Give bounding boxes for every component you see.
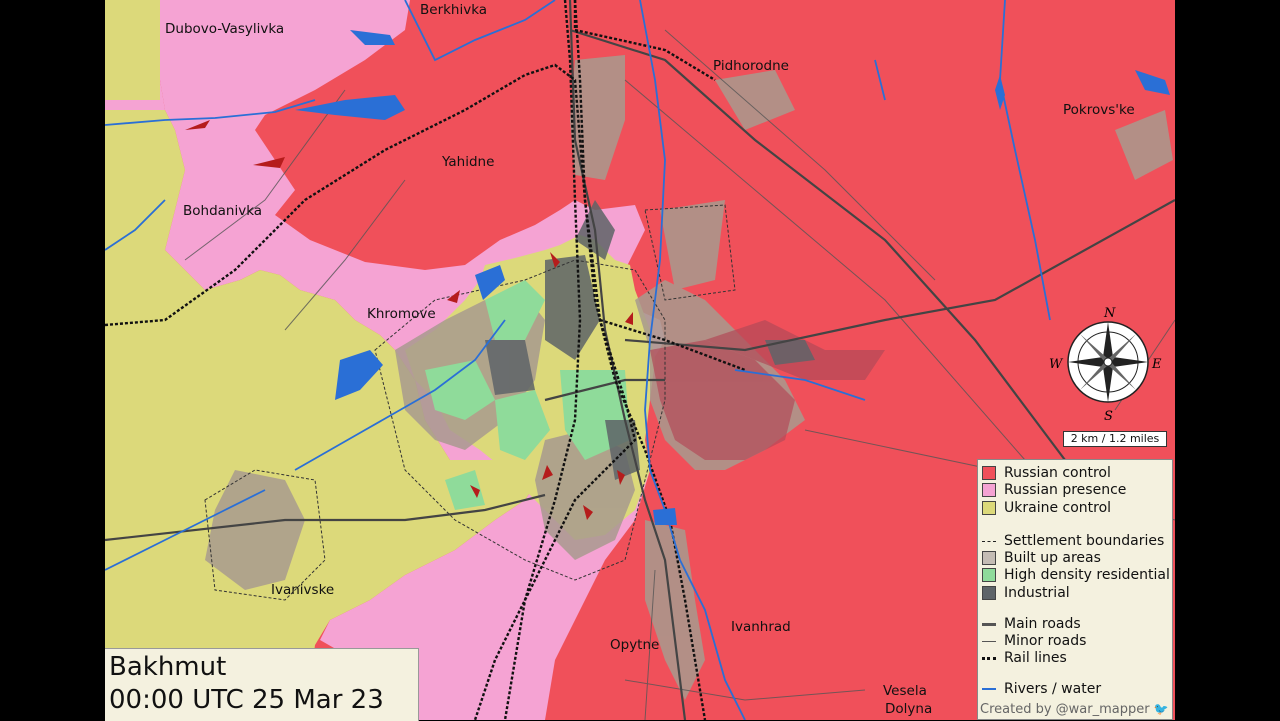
label-bohdanivka: Bohdanivka <box>183 203 262 219</box>
line-settlement <box>982 540 996 542</box>
swatch-russian-presence <box>982 483 996 497</box>
label-vesela: Vesela <box>883 683 927 699</box>
label-ivanhrad: Ivanhrad <box>731 619 791 635</box>
legend-rivers: Rivers / water <box>982 680 1101 698</box>
label-berkhivka: Berkhivka <box>420 2 487 18</box>
legend-label: High density residential <box>1004 567 1170 583</box>
swatch-high-density <box>982 568 996 582</box>
swatch-ukraine-control <box>982 501 996 515</box>
compass-s: S <box>1104 409 1113 424</box>
legend-label: Industrial <box>1004 585 1070 601</box>
legend-russian-control: Russian control <box>982 464 1111 482</box>
legend-settlement: Settlement boundaries <box>982 532 1164 550</box>
label-dolyna: Dolyna <box>885 701 932 717</box>
legend-rail: Rail lines <box>982 649 1067 667</box>
label-khromove: Khromove <box>367 306 436 322</box>
map-timestamp: 00:00 UTC 25 Mar 23 <box>109 685 384 715</box>
ukraine-control-nw <box>105 0 160 100</box>
label-pidhorodne: Pidhorodne <box>713 58 789 74</box>
legend-label: Ukraine control <box>1004 500 1112 516</box>
legend: Russian control Russian presence Ukraine… <box>977 459 1173 720</box>
legend-label: Rivers / water <box>1004 681 1102 697</box>
legend-industrial: Industrial <box>982 584 1070 602</box>
legend-label: Rail lines <box>1004 650 1067 666</box>
legend-main-roads: Main roads <box>982 615 1081 633</box>
legend-russian-presence: Russian presence <box>982 481 1126 499</box>
swatch-industrial <box>982 586 996 600</box>
compass-n: N <box>1103 306 1116 321</box>
map-title: Bakhmut <box>109 652 227 682</box>
line-rail <box>982 656 996 660</box>
label-pokrovske: Pokrovs'ke <box>1063 102 1135 118</box>
twitter-bird-icon: 🐦 <box>1153 702 1169 716</box>
legend-label: Minor roads <box>1004 633 1087 649</box>
legend-built-up: Built up areas <box>982 549 1101 567</box>
label-dubovo-vasylivka: Dubovo-Vasylivka <box>165 21 284 37</box>
swatch-built-up <box>982 551 996 565</box>
line-main-roads <box>982 622 996 626</box>
compass-w: W <box>1049 357 1064 372</box>
label-ivanivske: Ivanivske <box>271 582 334 598</box>
line-rivers <box>982 688 996 690</box>
line-minor-roads <box>982 640 996 642</box>
legend-minor-roads: Minor roads <box>982 632 1086 650</box>
compass-e: E <box>1151 357 1162 372</box>
title-box: Bakhmut 00:00 UTC 25 Mar 23 <box>105 648 419 721</box>
legend-label: Built up areas <box>1004 550 1101 566</box>
scale-bar: 2 km / 1.2 miles <box>1063 431 1167 447</box>
legend-label: Settlement boundaries <box>1004 533 1165 549</box>
legend-ukraine-control: Ukraine control <box>982 499 1111 517</box>
swatch-russian-control <box>982 466 996 480</box>
credit-text: Created by @war_mapper 🐦 <box>980 702 1169 717</box>
legend-label: Russian control <box>1004 465 1111 481</box>
label-yahidne: Yahidne <box>441 154 494 170</box>
label-opytne: Opytne <box>610 637 659 653</box>
legend-high-density: High density residential <box>982 566 1170 584</box>
credit-label: Created by @war_mapper <box>980 702 1150 717</box>
legend-label: Russian presence <box>1004 482 1127 498</box>
legend-label: Main roads <box>1004 616 1081 632</box>
